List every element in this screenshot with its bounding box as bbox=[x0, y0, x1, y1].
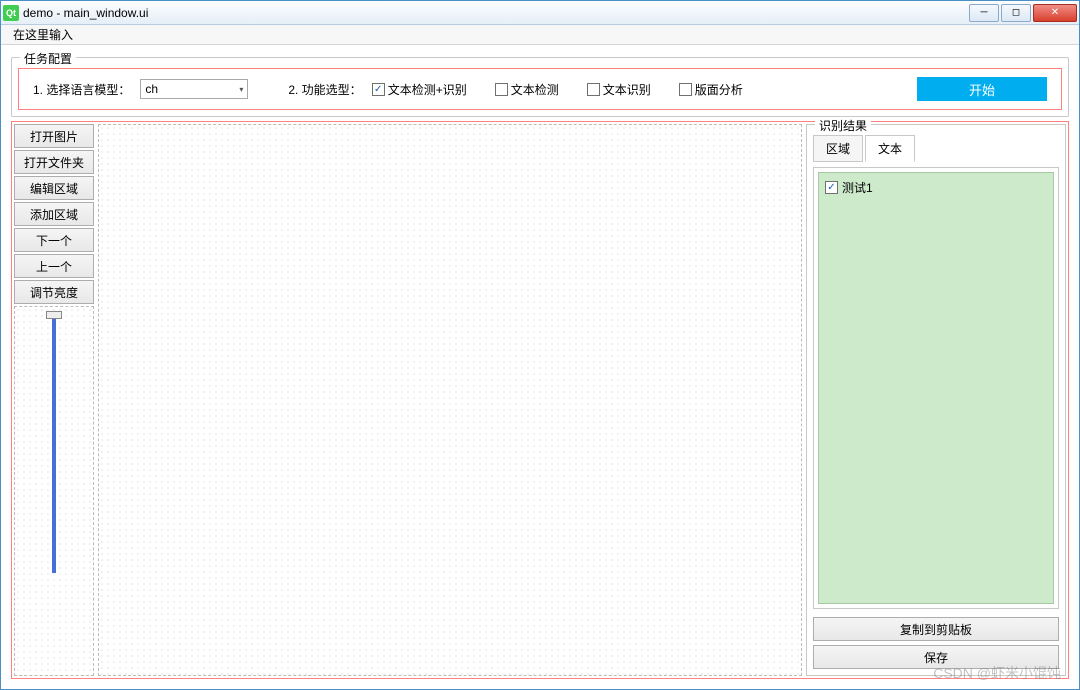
tab-text[interactable]: 文本 bbox=[865, 135, 915, 162]
brightness-slider[interactable] bbox=[14, 306, 94, 676]
results-tabs: 区域 文本 bbox=[813, 135, 1059, 162]
copy-clipboard-button[interactable]: 复制到剪贴板 bbox=[813, 617, 1059, 641]
slider-thumb[interactable] bbox=[46, 311, 62, 319]
result-label: 测试1 bbox=[842, 179, 873, 196]
open-folder-button[interactable]: 打开文件夹 bbox=[14, 150, 94, 174]
option-layout[interactable]: 版面分析 bbox=[679, 81, 743, 98]
config-row: 1. 选择语言模型： ch ▾ 2. 功能选型： ✓ 文本检测+识别 文本检测 bbox=[18, 68, 1062, 110]
function-label: 2. 功能选型： bbox=[288, 81, 361, 98]
window-controls: ─ ◻ ✕ bbox=[969, 4, 1077, 22]
checkbox-icon: ✓ bbox=[825, 181, 838, 194]
tab-body: ✓ 测试1 bbox=[813, 167, 1059, 609]
menubar: 在这里输入 bbox=[1, 25, 1079, 45]
maximize-button[interactable]: ◻ bbox=[1001, 4, 1031, 22]
checkbox-icon: ✓ bbox=[372, 83, 385, 96]
canvas-placeholder[interactable] bbox=[98, 124, 802, 676]
save-button[interactable]: 保存 bbox=[813, 645, 1059, 669]
results-title: 识别结果 bbox=[815, 117, 871, 134]
menu-placeholder[interactable]: 在这里输入 bbox=[7, 24, 79, 45]
edit-region-button[interactable]: 编辑区域 bbox=[14, 176, 94, 200]
add-region-button[interactable]: 添加区域 bbox=[14, 202, 94, 226]
config-group: 任务配置 1. 选择语言模型： ch ▾ 2. 功能选型： ✓ 文本检测+识别 … bbox=[11, 57, 1069, 117]
checkbox-icon bbox=[587, 83, 600, 96]
left-toolbar: 打开图片 打开文件夹 编辑区域 添加区域 下一个 上一个 调节亮度 bbox=[14, 124, 94, 676]
option-detect[interactable]: 文本检测 bbox=[495, 81, 559, 98]
start-button[interactable]: 开始 bbox=[917, 77, 1047, 101]
config-group-title: 任务配置 bbox=[20, 50, 76, 67]
next-button[interactable]: 下一个 bbox=[14, 228, 94, 252]
window-title: demo - main_window.ui bbox=[23, 6, 969, 20]
results-actions: 复制到剪贴板 保存 bbox=[813, 617, 1059, 669]
option-recognize[interactable]: 文本识别 bbox=[587, 81, 651, 98]
option-detect-recognize[interactable]: ✓ 文本检测+识别 bbox=[372, 81, 467, 98]
results-column: 识别结果 区域 文本 ✓ 测试1 复制到剪 bbox=[806, 124, 1066, 676]
option-label: 文本识别 bbox=[603, 81, 651, 98]
open-image-button[interactable]: 打开图片 bbox=[14, 124, 94, 148]
option-label: 版面分析 bbox=[695, 81, 743, 98]
client-area: 任务配置 1. 选择语言模型： ch ▾ 2. 功能选型： ✓ 文本检测+识别 … bbox=[1, 45, 1079, 689]
language-combo[interactable]: ch ▾ bbox=[140, 79, 248, 99]
qt-icon: Qt bbox=[3, 5, 19, 21]
results-list: ✓ 测试1 bbox=[818, 172, 1054, 604]
chevron-down-icon: ▾ bbox=[239, 85, 243, 94]
minimize-button[interactable]: ─ bbox=[969, 4, 999, 22]
result-item-1[interactable]: ✓ 测试1 bbox=[825, 179, 1047, 196]
checkbox-icon bbox=[495, 83, 508, 96]
model-label: 1. 选择语言模型： bbox=[33, 81, 130, 98]
titlebar: Qt demo - main_window.ui ─ ◻ ✕ bbox=[1, 1, 1079, 25]
checkbox-icon bbox=[679, 83, 692, 96]
image-view bbox=[98, 124, 802, 676]
brightness-button[interactable]: 调节亮度 bbox=[14, 280, 94, 304]
main-row: 打开图片 打开文件夹 编辑区域 添加区域 下一个 上一个 调节亮度 bbox=[11, 121, 1069, 679]
option-label: 文本检测 bbox=[511, 81, 559, 98]
close-button[interactable]: ✕ bbox=[1033, 4, 1077, 22]
results-group: 识别结果 区域 文本 ✓ 测试1 复制到剪 bbox=[806, 124, 1066, 676]
tab-region[interactable]: 区域 bbox=[813, 135, 863, 162]
app-window: Qt demo - main_window.ui ─ ◻ ✕ 在这里输入 任务配… bbox=[0, 0, 1080, 690]
combo-value: ch bbox=[145, 82, 158, 96]
prev-button[interactable]: 上一个 bbox=[14, 254, 94, 278]
option-label: 文本检测+识别 bbox=[388, 81, 467, 98]
